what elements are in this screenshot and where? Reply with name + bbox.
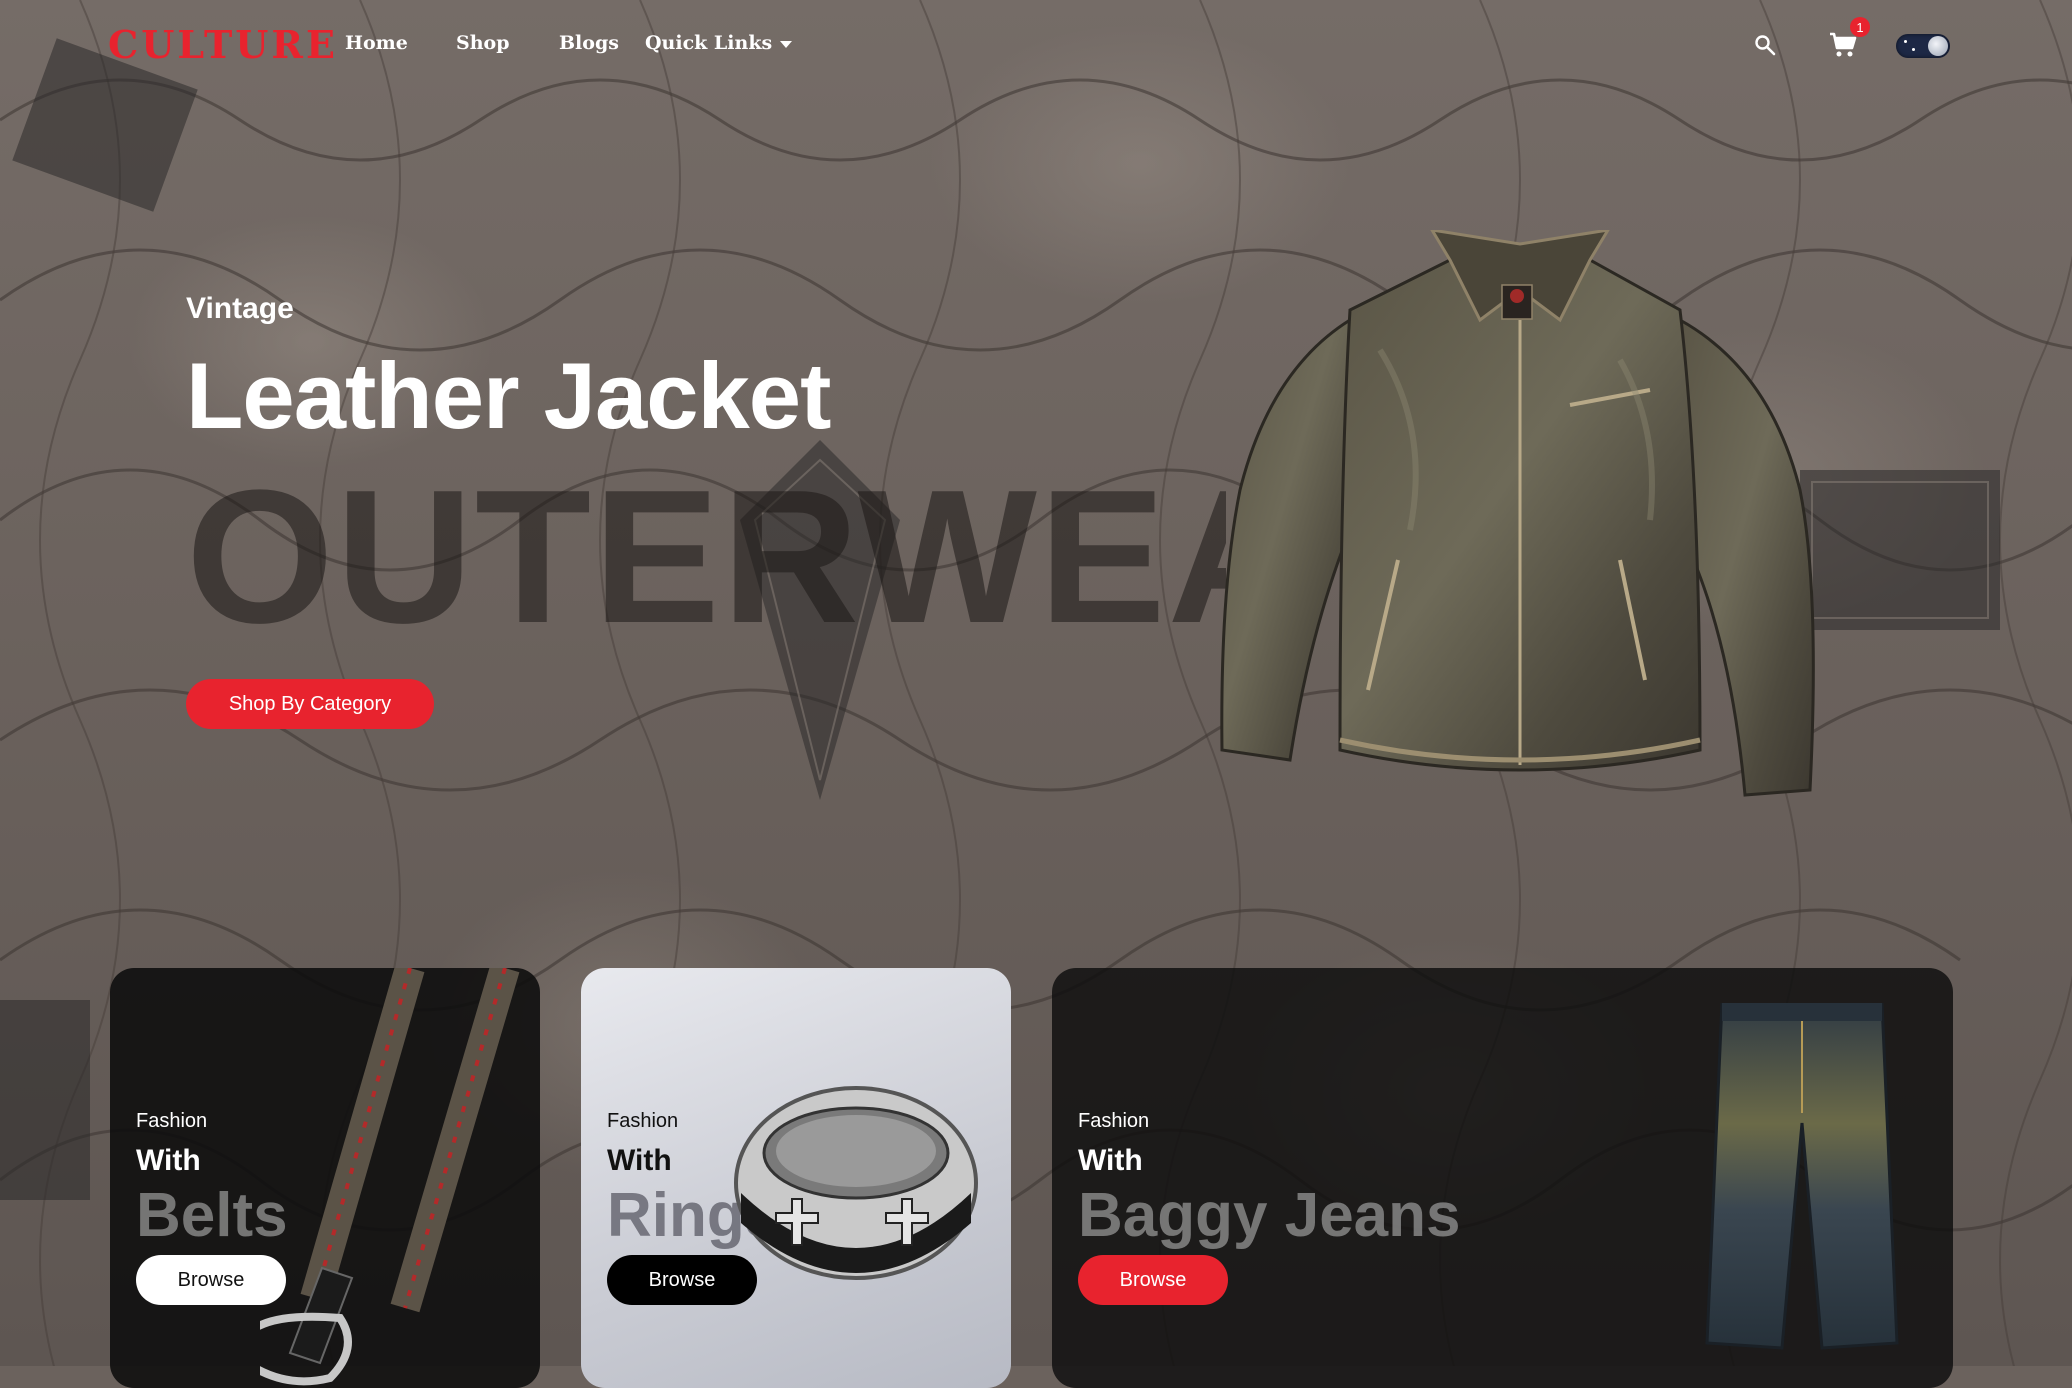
card-with: With [607,1144,672,1177]
hero-ghost-text: OUTERWEAR [186,462,1226,652]
nav-link-blogs[interactable]: Blogs [559,32,619,54]
category-card-belts[interactable]: Fashion With Belts Browse [110,968,540,1388]
nav-link-quick-links[interactable]: Quick Links [645,32,793,54]
quick-links-label: Quick Links [645,32,773,54]
card-eyebrow: Fashion [607,1110,679,1132]
nav-link-home[interactable]: Home [345,32,408,54]
top-navbar: CULTURE Home Shop Blogs Quick Links 1 [0,0,2072,92]
card-category-name: Belts [136,1181,288,1250]
search-icon [1755,35,1776,56]
star-icon [1912,48,1915,51]
cart-icon [1830,32,1857,57]
leather-jacket-image [1220,230,1815,797]
shop-by-category-button[interactable]: Shop By Category [186,679,434,729]
nav-link-shop[interactable]: Shop [456,32,510,54]
theme-toggle[interactable] [1896,34,1950,58]
moon-icon [1928,36,1948,56]
ring-image [734,1086,978,1280]
chevron-down-icon [780,40,793,48]
category-card-rings[interactable]: Fashion With Rings Browse [581,968,1011,1388]
star-icon [1904,40,1907,43]
card-with: With [1078,1144,1143,1177]
hero-eyebrow: Vintage [186,292,294,325]
browse-baggy-jeans-button[interactable]: Browse [1078,1255,1228,1305]
search-button[interactable] [1754,34,1776,61]
card-eyebrow: Fashion [136,1110,208,1132]
belt-image [260,968,520,1386]
cart-button[interactable] [1829,32,1857,63]
cart-count-badge: 1 [1850,17,1870,37]
browse-belts-button[interactable]: Browse [136,1255,286,1305]
card-eyebrow: Fashion [1078,1110,1150,1132]
card-with: With [136,1144,201,1177]
hero-title: Leather Jacket [186,343,831,448]
browse-rings-button[interactable]: Browse [607,1255,757,1305]
card-category-name: Baggy Jeans [1078,1181,1461,1250]
category-card-baggy-jeans[interactable]: Fashion With Baggy Jeans Browse [1052,968,1953,1388]
baggy-jeans-image [1705,1003,1899,1350]
brand-logo[interactable]: CULTURE [108,22,338,67]
